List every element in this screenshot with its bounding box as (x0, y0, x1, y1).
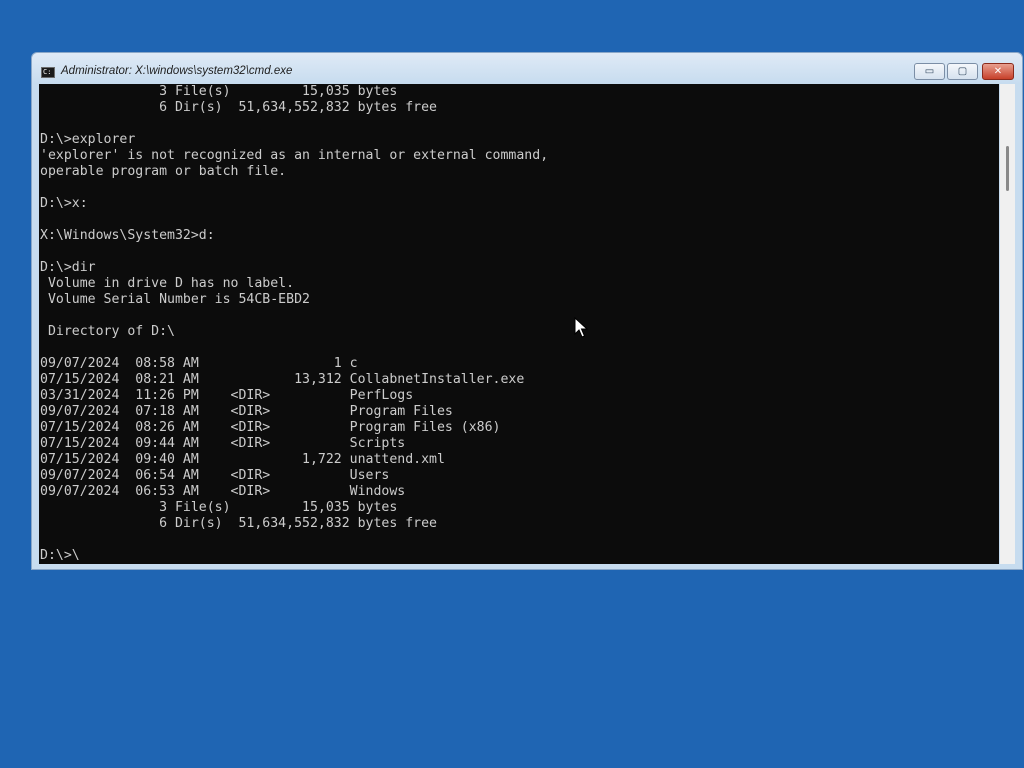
console-line: D:\>\ (40, 548, 80, 563)
close-button[interactable]: ✕ (982, 63, 1014, 80)
console-line: Volume Serial Number is 54CB-EBD2 (40, 292, 310, 307)
maximize-button[interactable]: ▢ (947, 63, 978, 80)
console-line: 3 File(s) 15,035 bytes (40, 500, 398, 515)
console-line: Volume in drive D has no label. (40, 276, 295, 291)
console-line: X:\Windows\System32>d: (40, 228, 215, 243)
cmd-window[interactable]: C: Administrator: X:\windows\system32\cm… (31, 52, 1023, 570)
window-title: Administrator: X:\windows\system32\cmd.e… (61, 65, 293, 77)
title-bar[interactable]: C: Administrator: X:\windows\system32\cm… (32, 53, 1022, 84)
console-line: D:\>x: (40, 196, 88, 211)
console-line: 3 File(s) 15,035 bytes (40, 84, 398, 99)
console-line: 6 Dir(s) 51,634,552,832 bytes free (40, 100, 437, 115)
minimize-button[interactable]: ▭ (914, 63, 945, 80)
mouse-pointer-icon (574, 317, 588, 338)
console-line: 09/07/2024 07:18 AM <DIR> Program Files (40, 404, 453, 419)
console-line: D:\>explorer (40, 132, 136, 147)
console-line: 07/15/2024 09:44 AM <DIR> Scripts (40, 436, 406, 451)
scrollbar-thumb[interactable] (1006, 146, 1009, 191)
console-line: 07/15/2024 08:26 AM <DIR> Program Files … (40, 420, 501, 435)
console-line: 09/07/2024 06:53 AM <DIR> Windows (40, 484, 406, 499)
console-line: 09/07/2024 08:58 AM 1 c (40, 356, 358, 371)
cmd-prompt-icon: C: (41, 67, 55, 78)
console-line: operable program or batch file. (40, 164, 287, 179)
console-line: D:\>dir (40, 260, 96, 275)
console-line: Directory of D:\ (40, 324, 175, 339)
console-output[interactable]: 3 File(s) 15,035 bytes 6 Dir(s) 51,634,5… (39, 84, 999, 564)
console-line: 07/15/2024 09:40 AM 1,722 unattend.xml (40, 452, 445, 467)
console-line: 09/07/2024 06:54 AM <DIR> Users (40, 468, 390, 483)
desktop: C: Administrator: X:\windows\system32\cm… (0, 0, 1024, 768)
vertical-scrollbar[interactable] (1000, 84, 1015, 564)
console-line: 'explorer' is not recognized as an inter… (40, 148, 549, 163)
console-line: 07/15/2024 08:21 AM 13,312 CollabnetInst… (40, 372, 525, 387)
console-lines: 3 File(s) 15,035 bytes 6 Dir(s) 51,634,5… (39, 84, 999, 564)
console-line: 6 Dir(s) 51,634,552,832 bytes free (40, 516, 437, 531)
console-line: 03/31/2024 11:26 PM <DIR> PerfLogs (40, 388, 414, 403)
